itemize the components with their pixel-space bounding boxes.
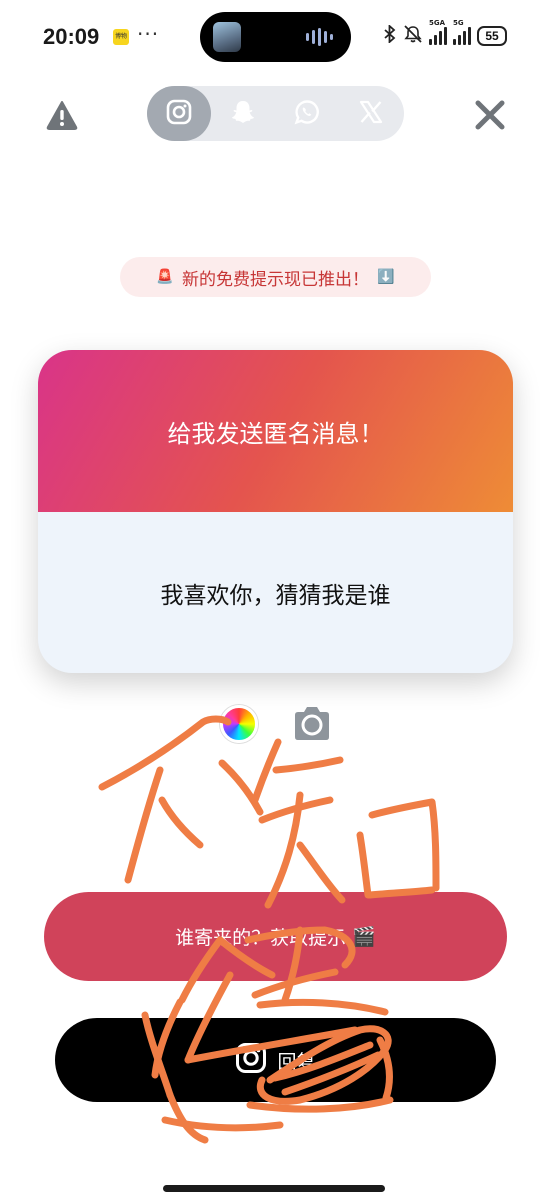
signal-5ga-icon: 5GA — [429, 19, 447, 45]
instagram-icon — [166, 99, 192, 129]
island-avatar — [213, 22, 241, 52]
home-indicator[interactable] — [163, 1185, 385, 1192]
tab-instagram[interactable] — [147, 86, 211, 141]
platform-tabs — [147, 86, 404, 141]
camera-icon[interactable] — [291, 703, 333, 745]
status-bar: 20:09 博物 ··· 5GA 5G 55 — [0, 0, 551, 78]
more-notifications-icon: ··· — [137, 22, 160, 46]
message-text: 我喜欢你，猜猜我是谁 — [160, 582, 391, 609]
report-warning-icon[interactable] — [46, 100, 78, 130]
tab-x[interactable] — [339, 86, 403, 141]
new-hints-banner[interactable]: 🚨 新的免费提示现已推出！ ⬇️ — [120, 257, 431, 297]
down-arrow-emoji: ⬇️ — [377, 269, 395, 285]
clapper-emoji: 🎬 — [352, 926, 376, 948]
siren-emoji: 🚨 — [156, 269, 174, 285]
reply-button-label: 回复 — [277, 1050, 316, 1073]
tab-snapchat[interactable] — [211, 86, 275, 141]
get-hint-button[interactable]: 谁寄来的？获取提示 🎬 — [44, 892, 507, 981]
x-icon — [358, 99, 384, 129]
signal-5g-icon: 5G — [453, 19, 471, 45]
card-header: 给我发送匿名消息！ — [38, 350, 513, 512]
banner-text: 新的免费提示现已推出！ — [182, 269, 369, 290]
mute-bell-icon — [403, 24, 423, 48]
color-picker-icon[interactable] — [220, 705, 258, 743]
status-time: 20:09 — [43, 24, 100, 49]
message-card: 给我发送匿名消息！ 我喜欢你，猜猜我是谁 — [38, 350, 513, 673]
tab-whatsapp[interactable] — [275, 86, 339, 141]
card-body: 我喜欢你，猜猜我是谁 — [38, 512, 513, 673]
notification-app-icon: 博物 — [113, 29, 129, 45]
card-title: 给我发送匿名消息！ — [167, 419, 384, 448]
whatsapp-icon — [294, 99, 320, 129]
close-icon[interactable] — [473, 98, 507, 132]
bluetooth-icon — [383, 23, 397, 48]
dynamic-island[interactable] — [200, 12, 351, 62]
status-icons: 5GA 5G 55 — [383, 19, 507, 48]
audio-wave-icon — [306, 28, 333, 46]
battery-icon: 55 — [477, 26, 507, 46]
reply-button[interactable]: 回复 — [55, 1018, 496, 1102]
hint-button-label: 谁寄来的？获取提示 — [175, 927, 347, 949]
instagram-icon — [235, 1042, 267, 1079]
snapchat-icon — [229, 98, 257, 130]
